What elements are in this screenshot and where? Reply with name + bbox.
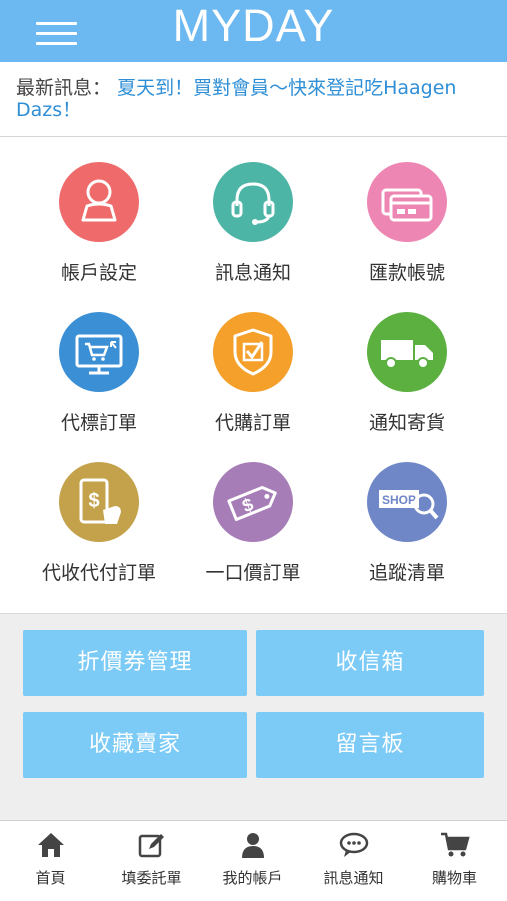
- tab-home[interactable]: 首頁: [0, 821, 101, 901]
- grid-item-label: 一口價訂單: [205, 562, 301, 584]
- computer-cart-icon: [59, 312, 139, 392]
- shop-search-icon: SHOP: [367, 462, 447, 542]
- tab-my-account[interactable]: 我的帳戶: [202, 821, 303, 901]
- tab-label: 填委託單: [121, 869, 182, 887]
- grid-item-purchase-orders[interactable]: 代購訂單: [173, 300, 333, 450]
- grid-item-label: 匯款帳號: [368, 262, 445, 284]
- chat-icon: [339, 832, 369, 857]
- svg-text:$: $: [239, 494, 256, 516]
- grid-item-account-settings[interactable]: 帳戶設定: [19, 150, 179, 300]
- action-panel: 折價券管理 收信箱 收藏賣家 留言板: [0, 613, 507, 821]
- tab-label: 首頁: [35, 869, 66, 887]
- grid-item-remittance-account[interactable]: 匯款帳號: [327, 150, 487, 300]
- news-bar: 最新訊息： 夏天到！買對會員～快來登記吃Haagen Dazs！: [16, 77, 486, 121]
- tab-cart[interactable]: 購物車: [404, 821, 507, 901]
- tab-label: 我的帳戶: [222, 869, 283, 887]
- grid-item-fixed-price-orders[interactable]: $ 一口價訂單: [173, 450, 333, 600]
- grid-item-label: 追蹤清單: [368, 562, 445, 584]
- headset-icon: [213, 162, 293, 242]
- grid-item-cod-orders[interactable]: $ 代收代付訂單: [19, 450, 179, 600]
- grid-item-label: 代標訂單: [60, 412, 137, 434]
- svg-text:SHOP: SHOP: [382, 493, 416, 507]
- coupon-management-button[interactable]: 折價券管理: [23, 630, 247, 696]
- inbox-button[interactable]: 收信箱: [256, 630, 484, 696]
- user-icon: [59, 162, 139, 242]
- credit-card-icon: [367, 162, 447, 242]
- grid-item-shipping-notice[interactable]: 通知寄貨: [327, 300, 487, 450]
- grid-item-label: 代購訂單: [214, 412, 291, 434]
- bottom-tab-bar: 首頁 填委託單 我的帳戶 訊息通知 購物車: [0, 820, 507, 901]
- person-icon: [242, 833, 264, 858]
- cart-icon: [441, 832, 470, 857]
- truck-icon: [367, 312, 447, 392]
- news-prefix: 最新訊息：: [16, 77, 112, 99]
- price-tag-icon: $: [213, 462, 293, 542]
- tab-fill-order[interactable]: 填委託單: [101, 821, 202, 901]
- tab-notifications[interactable]: 訊息通知: [303, 821, 404, 901]
- grid-item-label: 帳戶設定: [60, 262, 137, 284]
- phone-payment-icon: $: [59, 462, 139, 542]
- divider: [0, 136, 507, 137]
- shield-check-icon: [213, 312, 293, 392]
- edit-icon: [138, 834, 164, 858]
- grid-item-bid-orders[interactable]: 代標訂單: [19, 300, 179, 450]
- tab-label: 購物車: [431, 869, 477, 887]
- home-icon: [38, 833, 64, 857]
- message-board-button[interactable]: 留言板: [256, 712, 484, 778]
- svg-text:$: $: [88, 490, 99, 512]
- tab-label: 訊息通知: [323, 869, 384, 887]
- grid-item-tracking-list[interactable]: SHOP 追蹤清單: [327, 450, 487, 600]
- favorite-sellers-button[interactable]: 收藏賣家: [23, 712, 247, 778]
- top-header: MYDAY: [0, 0, 507, 62]
- grid-item-label: 訊息通知: [214, 262, 291, 284]
- grid-item-label: 代收代付訂單: [41, 562, 156, 584]
- grid-item-notifications[interactable]: 訊息通知: [173, 150, 333, 300]
- app-title: MYDAY: [172, 0, 335, 51]
- grid-item-label: 通知寄貨: [368, 412, 445, 434]
